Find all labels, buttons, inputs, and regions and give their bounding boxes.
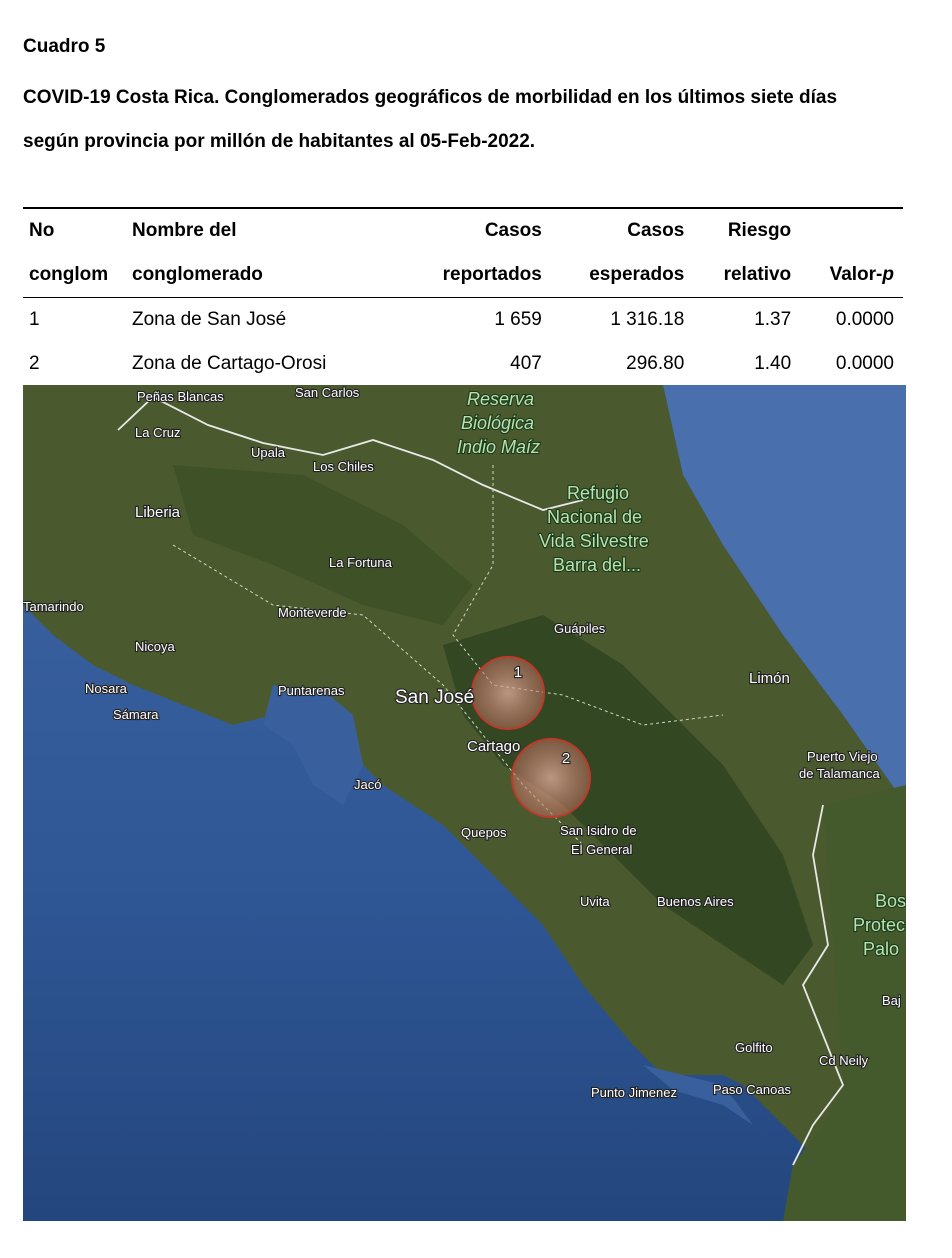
reserve-label: Indio Maíz [457, 437, 540, 457]
refuge-label: Barra del... [553, 555, 641, 575]
header-cell: conglomerado [126, 253, 403, 298]
table-row: 2 Zona de Cartago-Orosi 407 296.80 1.40 … [23, 342, 903, 387]
table-cell: 1 316.18 [610, 309, 685, 330]
header-cell: Riesgo [727, 220, 792, 241]
place-label: Baj [882, 993, 901, 1008]
table-cell: 407 [510, 353, 542, 374]
pvalue-label: Valor- [829, 264, 883, 285]
table-cell: 0.0000 [835, 309, 894, 330]
forest-label: Palo [863, 939, 899, 959]
refuge-label: Nacional de [547, 507, 642, 527]
table-cell: 1.40 [754, 353, 792, 374]
cluster-number: 2 [562, 750, 570, 767]
place-label: Buenos Aires [657, 894, 734, 909]
satellite-map: 1 2 Peñas Blancas San Carlos La Cruz Upa… [23, 385, 906, 1221]
place-label: San Isidro de [560, 823, 637, 838]
place-label: San José [395, 687, 474, 708]
table-label: Cuadro 5 [23, 36, 106, 57]
table-cell: 2 [29, 353, 40, 374]
table-cell: 0.0000 [835, 353, 894, 374]
reserve-label: Reserva [467, 389, 534, 409]
forest-label: Protec [853, 915, 905, 935]
header-row-1: No Nombre del Casos Casos Riesgo [23, 208, 903, 253]
header-cell-pvalue: Valor-p [800, 253, 903, 298]
place-label: Sámara [113, 707, 159, 722]
header-cell [800, 208, 903, 253]
place-label: La Fortuna [329, 555, 393, 570]
header-row-2: conglom conglomerado reportados esperado… [23, 253, 903, 298]
header-cell: Casos [627, 220, 685, 241]
header-cell: relativo [693, 253, 801, 298]
place-label: Punto Jimenez [591, 1085, 677, 1100]
place-label: Peñas Blancas [137, 389, 224, 404]
place-label: Liberia [135, 504, 181, 521]
place-label: Golfito [735, 1040, 773, 1055]
table-cell: Zona de San José [132, 309, 287, 330]
place-label: Monteverde [278, 605, 347, 620]
cluster-circle [471, 656, 545, 730]
refuge-label: Vida Silvestre [539, 531, 649, 551]
place-label: Guápiles [554, 621, 606, 636]
place-label: Puerto Viejo [807, 749, 878, 764]
table-cell: Zona de Cartago-Orosi [132, 353, 327, 374]
refuge-label: Refugio [567, 483, 629, 503]
table-cell: 1.37 [754, 309, 792, 330]
header-cell: esperados [550, 253, 694, 298]
place-label: La Cruz [135, 425, 181, 440]
pvalue-p: p [882, 264, 894, 285]
reserve-label: Biológica [461, 413, 534, 433]
place-label: Nicoya [135, 639, 176, 654]
table-row: 1 Zona de San José 1 659 1 316.18 1.37 0… [23, 298, 903, 343]
title-line-2: según provincia por millón de habitantes… [23, 131, 536, 152]
table-cell: 1 659 [494, 309, 542, 330]
table-title: COVID-19 Costa Rica. Conglomerados geogr… [23, 76, 923, 164]
place-label: San Carlos [295, 385, 360, 400]
header-cell: reportados [403, 253, 551, 298]
place-label: Los Chiles [313, 459, 374, 474]
place-label: de Talamanca [799, 766, 880, 781]
place-label: Paso Canoas [713, 1082, 792, 1097]
place-label: Cartago [467, 738, 520, 755]
cluster-circle [511, 738, 591, 818]
header-cell: Casos [484, 220, 542, 241]
place-label: Nosara [85, 681, 128, 696]
cluster-1: 1 [471, 656, 545, 730]
place-label: Upala [251, 445, 286, 460]
cluster-2: 2 [511, 738, 591, 818]
cluster-table: No Nombre del Casos Casos Riesgo conglom… [23, 207, 903, 388]
table-cell: 1 [29, 309, 40, 330]
cluster-number: 1 [514, 664, 522, 681]
place-label: Jacó [354, 777, 381, 792]
title-line-1: COVID-19 Costa Rica. Conglomerados geogr… [23, 87, 838, 108]
place-label: Tamarindo [23, 599, 84, 614]
place-label: Puntarenas [278, 683, 345, 698]
table-cell: 296.80 [626, 353, 685, 374]
header-cell: conglom [23, 253, 126, 298]
place-label: Quepos [461, 825, 507, 840]
place-label: Limón [749, 670, 790, 687]
place-label: Uvita [580, 894, 610, 909]
place-label: Cd Neily [819, 1053, 869, 1068]
place-label: El General [571, 842, 633, 857]
header-cell: No [29, 220, 55, 241]
header-cell: Nombre del [132, 220, 237, 241]
map-svg: 1 2 Peñas Blancas San Carlos La Cruz Upa… [23, 385, 906, 1221]
forest-label: Bos [875, 891, 906, 911]
